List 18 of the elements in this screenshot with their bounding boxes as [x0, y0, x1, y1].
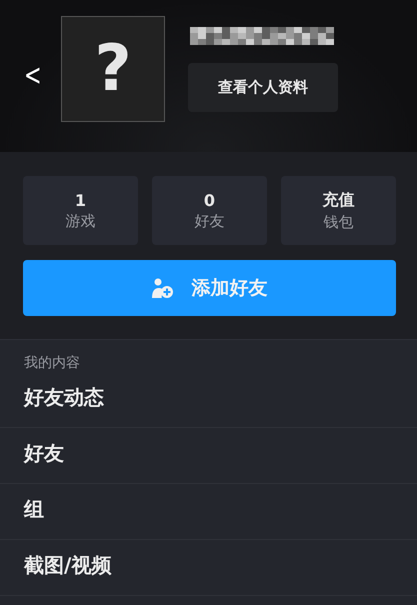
menu-item[interactable]: 截图/视频: [0, 540, 417, 596]
stat-value: 充值: [322, 190, 354, 210]
stat-card[interactable]: 充值 钱包: [281, 176, 396, 245]
back-button[interactable]: <: [24, 61, 50, 91]
stat-card[interactable]: 1 游戏: [23, 176, 138, 245]
menu-item[interactable]: 组: [0, 484, 417, 540]
stat-label: 钱包: [324, 212, 354, 232]
stat-card[interactable]: 0 好友: [152, 176, 267, 245]
view-profile-button[interactable]: 查看个人资料: [188, 62, 338, 112]
section-heading: 我的内容: [23, 354, 81, 372]
stat-label: 好友: [194, 212, 224, 230]
add-person-icon: [152, 278, 174, 298]
menu-item[interactable]: 好友: [0, 428, 417, 484]
stat-label: 游戏: [66, 212, 96, 230]
menu-item[interactable]: 好友动态: [0, 372, 417, 428]
stat-value: 0: [204, 190, 216, 210]
stat-value: 1: [74, 190, 86, 210]
avatar: ?: [61, 16, 165, 122]
